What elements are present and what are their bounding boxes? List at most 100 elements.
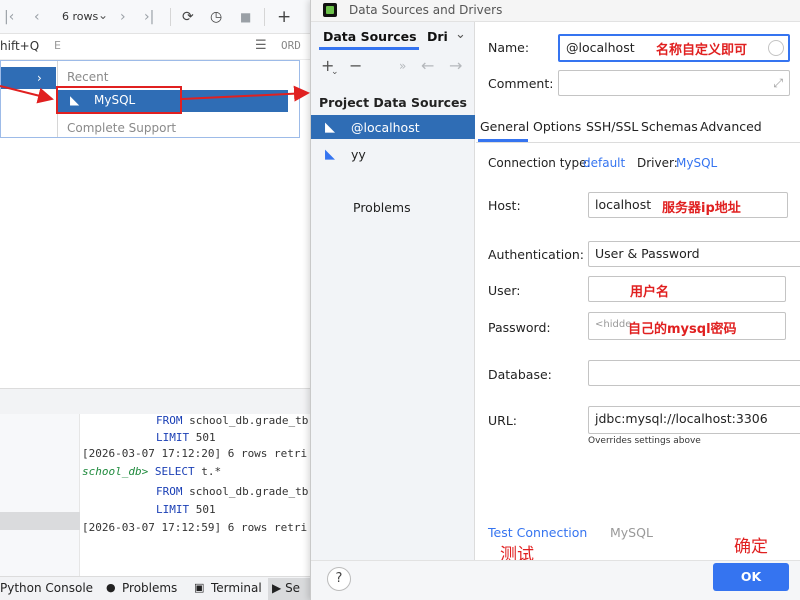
datasource-label: @localhost (351, 120, 420, 135)
datasource-settings-pane: Name: @localhost 名称自定义即可 Comment: ⤢ Gene… (476, 22, 800, 565)
filter-row: hift+Q E ☰ ORD (0, 34, 310, 60)
toolbar-separator (264, 8, 265, 26)
datasource-label: yy (351, 147, 366, 162)
console-line: LIMIT 501 (156, 431, 216, 444)
problems-icon: ● (106, 581, 116, 594)
tab-data-sources[interactable]: Data Sources (323, 29, 417, 44)
last-page-icon[interactable]: ›| (144, 8, 154, 26)
tab-options[interactable]: Options (533, 119, 581, 134)
host-label: Host: (488, 198, 521, 213)
results-toolbar: |‹ ‹ 6 rows ⌄ › ›| ⟳ ◷ ■ + (0, 0, 310, 34)
menu-item-mysql[interactable]: ◣ MySQL (56, 86, 288, 114)
authentication-label: Authentication: (488, 247, 584, 262)
prev-page-icon[interactable]: ‹ (34, 8, 40, 26)
add-chevron-icon[interactable]: ⌄ (331, 62, 339, 82)
comment-field[interactable]: ⤢ (558, 70, 790, 96)
ok-button[interactable]: OK (713, 563, 789, 591)
url-hint: Overrides settings above (588, 436, 701, 446)
new-datasource-popup: › Recent ◣ MySQL Complete Support (0, 60, 300, 138)
name-label: Name: (488, 40, 530, 55)
tool-window-bar: Python Console ● Problems ▣ Terminal ▶ S… (0, 576, 310, 600)
tab-services[interactable]: ▶ Se (268, 578, 310, 600)
tab-schemas[interactable]: Schemas (641, 119, 698, 134)
datasource-item-yy[interactable]: ◣ yy (311, 142, 475, 166)
dolphin-icon: ◣ (325, 120, 335, 135)
console-line: FROM school_db.grade_tb (156, 414, 309, 427)
driver-link[interactable]: MySQL (676, 156, 717, 170)
shortcut-hint: hift+Q (0, 39, 40, 53)
url-field[interactable]: jdbc:mysql://localhost:3306 (588, 406, 800, 434)
popup-submenu-arrow[interactable]: › (1, 67, 56, 89)
ok-annotation: 确定 (734, 537, 768, 557)
connection-type-link[interactable]: default (583, 156, 625, 170)
user-label: User: (488, 283, 521, 298)
host-annotation: 服务器ip地址 (662, 201, 741, 216)
remove-icon[interactable]: − (349, 56, 362, 76)
screen: |‹ ‹ 6 rows ⌄ › ›| ⟳ ◷ ■ + hift+Q E ☰ OR… (0, 0, 800, 600)
tab-general[interactable]: General (480, 119, 529, 134)
recent-label: Recent (67, 70, 109, 84)
stop-icon[interactable]: ■ (240, 8, 251, 26)
rows-selector[interactable]: 6 rows (62, 10, 98, 23)
dialog-title: Data Sources and Drivers (349, 3, 503, 17)
password-annotation: 自己的mysql密码 (628, 322, 737, 337)
comment-label: Comment: (488, 76, 554, 91)
tab-ssh-ssl[interactable]: SSH/SSL (586, 119, 638, 134)
help-button[interactable]: ? (327, 567, 351, 591)
problems-item[interactable]: Problems (353, 200, 411, 215)
connection-type-label: Connection type: (488, 156, 591, 170)
order-icon[interactable]: ☰ (255, 38, 267, 53)
tab-python-console[interactable]: Python Console (0, 581, 93, 595)
url-label: URL: (488, 413, 518, 428)
history-icon[interactable]: ◷ (210, 8, 222, 26)
left-tabs: Data Sources Dri ⌄ (311, 22, 475, 50)
authentication-select[interactable]: User & Password (588, 241, 800, 267)
database-field[interactable] (588, 360, 800, 386)
datasource-item-localhost[interactable]: ◣ @localhost (311, 115, 475, 139)
back-icon[interactable]: ← (421, 56, 434, 76)
gutter-highlight (0, 512, 80, 530)
tabs-divider (476, 142, 800, 143)
tab-advanced[interactable]: Advanced (700, 119, 762, 134)
next-page-icon[interactable]: › (120, 8, 126, 26)
tab-terminal[interactable]: Terminal (211, 581, 262, 595)
dolphin-icon: ◣ (325, 147, 335, 162)
database-label: Database: (488, 367, 552, 382)
datasource-list-pane: Data Sources Dri ⌄ + ⌄ − » ← → Project D… (311, 22, 475, 560)
first-page-icon[interactable]: |‹ (4, 8, 14, 26)
data-sources-dialog: Data Sources and Drivers Data Sources Dr… (310, 0, 800, 600)
console-header (0, 388, 310, 414)
popup-menu-left: › (1, 61, 56, 137)
order-label: ORD (281, 39, 301, 52)
console-line: [2026-03-07 17:12:59] 6 rows retri (82, 521, 308, 534)
refresh-icon[interactable]: ⟳ (182, 8, 194, 26)
more-icon[interactable]: » (399, 56, 406, 76)
highlight-box (56, 86, 182, 114)
popup-menu-right: Recent ◣ MySQL Complete Support (56, 61, 297, 137)
add-row-icon[interactable]: + (277, 8, 291, 26)
test-driver-label: MySQL (610, 525, 653, 540)
console-line: FROM school_db.grade_tb (156, 485, 309, 498)
console-line: LIMIT 501 (156, 503, 216, 516)
console-line: school_db> SELECT t.* (82, 465, 222, 478)
forward-icon[interactable]: → (449, 56, 462, 76)
dialog-titlebar[interactable]: Data Sources and Drivers (311, 0, 800, 22)
toolbar-separator (170, 8, 171, 26)
chevron-down-icon[interactable]: ⌄ (455, 27, 466, 42)
name-annotation: 名称自定义即可 (656, 43, 748, 58)
tab-problems[interactable]: Problems (122, 581, 177, 595)
driver-label: Driver: (637, 156, 678, 170)
console-line: [2026-03-07 17:12:20] 6 rows retri (82, 447, 308, 460)
complete-support-label: Complete Support (67, 121, 177, 135)
active-tab-indicator (319, 47, 419, 50)
test-connection-link[interactable]: Test Connection (488, 525, 587, 540)
project-data-sources-label: Project Data Sources (319, 95, 467, 110)
tab-drivers[interactable]: Dri (427, 29, 447, 44)
where-label: E (54, 39, 61, 52)
console-gutter (0, 414, 80, 576)
user-field[interactable] (588, 276, 786, 302)
color-picker-icon[interactable] (768, 40, 784, 56)
datasource-toolbar: + ⌄ − » ← → (311, 56, 475, 80)
chevron-down-icon[interactable]: ⌄ (98, 8, 108, 22)
expand-icon[interactable]: ⤢ (773, 71, 783, 95)
